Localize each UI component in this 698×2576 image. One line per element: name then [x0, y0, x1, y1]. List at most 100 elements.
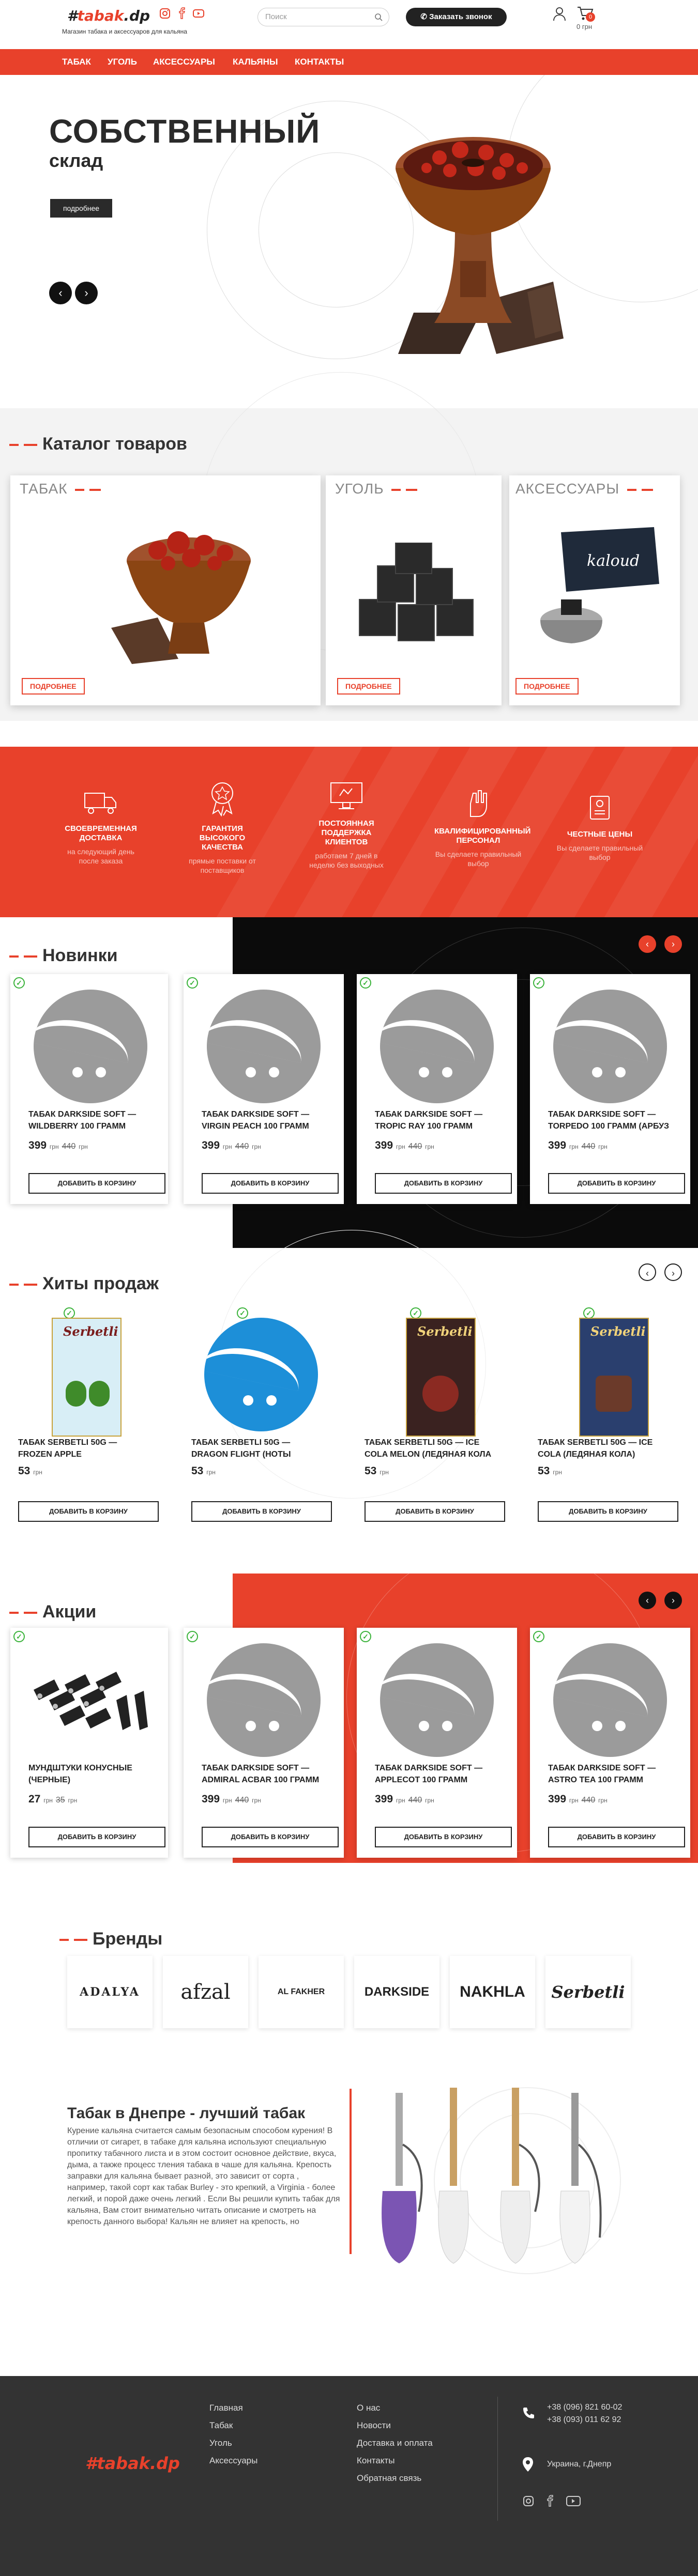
footer-link[interactable]: Главная [209, 2403, 243, 2413]
footer-link[interactable]: Аксессуары [209, 2456, 257, 2466]
product-name[interactable]: ТАБАК SERBETLI 50G — ICE COLA MELON (ЛЕД… [365, 1437, 499, 1460]
product-name[interactable]: ТАБАК DARKSIDE SOFT — TROPIC RAY 100 ГРА… [375, 1108, 509, 1132]
footer-link[interactable]: Новости [357, 2420, 391, 2431]
add-to-cart-button[interactable]: ДОБАВИТЬ В КОРЗИНУ [18, 1501, 159, 1522]
catalog-card-tobacco[interactable]: ТАБАК ПОДРОБНЕЕ [10, 475, 321, 705]
footer-link[interactable]: Уголь [209, 2438, 232, 2448]
footer-link[interactable]: Обратная связь [357, 2473, 421, 2484]
nav-item-hookahs[interactable]: КАЛЬЯНЫ [233, 49, 278, 75]
in-stock-check-icon: ✓ [533, 977, 544, 989]
product-card[interactable]: ✓ ТАБАК DARKSIDE SOFT — TROPIC RAY 100 Г… [357, 974, 517, 1204]
sales-next-button[interactable]: › [664, 1592, 682, 1609]
coal-image [359, 543, 474, 641]
footer-link[interactable]: О нас [357, 2403, 380, 2413]
product-card[interactable]: ✓ ТАБАК DARKSIDE SOFT — ASTRO TEA 100 ГР… [530, 1628, 690, 1858]
product-name[interactable]: ТАБАК DARKSIDE SOFT — ASTRO TEA 100 ГРАМ… [548, 1762, 682, 1786]
add-to-cart-button[interactable]: ДОБАВИТЬ В КОРЗИНУ [375, 1827, 512, 1847]
product-card[interactable]: ✓ Serbetli ТАБАК SERBETLI 50G — ICE COLA… [349, 1307, 514, 1537]
add-to-cart-button[interactable]: ДОБАВИТЬ В КОРЗИНУ [548, 1173, 685, 1194]
in-stock-check-icon: ✓ [237, 1307, 248, 1319]
facebook-icon[interactable] [176, 7, 188, 20]
product-name[interactable]: ТАБАК DARKSIDE SOFT — WILDBERRY 100 ГРАМ… [28, 1108, 163, 1132]
product-card[interactable]: ✓ ТАБАК SERBETLI 50G — DRAGON FLIGHT (НО… [176, 1307, 341, 1537]
footer-link[interactable]: Табак [209, 2420, 233, 2431]
brand-logo-afzal[interactable]: afzal [163, 1956, 248, 2028]
product-price: 399 грн 440 грн [28, 1139, 88, 1151]
catalog-more-button[interactable]: ПОДРОБНЕЕ [515, 678, 579, 695]
add-to-cart-button[interactable]: ДОБАВИТЬ В КОРЗИНУ [365, 1501, 505, 1522]
user-icon[interactable] [552, 6, 567, 22]
add-to-cart-button[interactable]: ДОБАВИТЬ В КОРЗИНУ [202, 1827, 339, 1847]
slider-next-button[interactable]: › [75, 282, 98, 304]
brand-logo-darkside[interactable]: DARKSIDE [354, 1956, 439, 2028]
accessory-image: kaloud [540, 527, 659, 643]
product-card[interactable]: ✓ ТАБАК DARKSIDE SOFT — TORPEDO 100 ГРАМ… [530, 974, 690, 1204]
nav-item-contacts[interactable]: КОНТАКТЫ [295, 49, 344, 75]
site-logo[interactable]: #tabak.dp [67, 7, 150, 24]
instagram-icon[interactable] [159, 7, 171, 20]
product-name[interactable]: ТАБАК SERBETLI 50G — DRAGON FLIGHT (НОТЫ [191, 1437, 326, 1460]
product-card[interactable]: ✓ ТАБАК DARKSIDE SOFT — VIRGIN PEACH 100… [184, 974, 344, 1204]
footer-logo[interactable]: #tabak.dp [85, 2454, 180, 2473]
features-banner: СВОЕВРЕМЕННАЯ ДОСТАВКА на следующий день… [0, 747, 698, 917]
brand-logo-adalya[interactable]: ADALYA [67, 1956, 153, 2028]
footer-link[interactable]: Контакты [357, 2456, 394, 2466]
product-card[interactable]: ✓ ТАБАК DARKSIDE SOFT — APPLECOT 100 ГРА… [357, 1628, 517, 1858]
product-name[interactable]: МУНДШТУКИ КОНУСНЫЕ (ЧЕРНЫЕ) [28, 1762, 163, 1786]
nav-item-tobacco[interactable]: ТАБАК [62, 49, 91, 75]
footer-link[interactable]: Доставка и оплата [357, 2438, 433, 2448]
add-to-cart-button[interactable]: ДОБАВИТЬ В КОРЗИНУ [548, 1827, 685, 1847]
slider-prev-button[interactable]: ‹ [49, 282, 72, 304]
brand-logo-serbetli[interactable]: Serbetli [545, 1956, 631, 2028]
youtube-icon[interactable] [566, 2495, 581, 2507]
hits-next-button[interactable]: › [664, 1263, 682, 1281]
hits-prev-button[interactable]: ‹ [639, 1263, 656, 1281]
catalog-more-button[interactable]: ПОДРОБНЕЕ [22, 678, 85, 695]
product-name[interactable]: ТАБАК DARKSIDE SOFT — TORPEDO 100 ГРАММ … [548, 1108, 682, 1132]
product-price: 53 грн [191, 1465, 216, 1477]
nav-item-coal[interactable]: УГОЛЬ [108, 49, 137, 75]
brand-logo-nakhla[interactable]: NAKHLA [450, 1956, 535, 2028]
add-to-cart-button[interactable]: ДОБАВИТЬ В КОРЗИНУ [28, 1827, 165, 1847]
product-name[interactable]: ТАБАК DARKSIDE SOFT — APPLECOT 100 ГРАММ [375, 1762, 509, 1786]
footer-phone[interactable]: +38 (093) 011 62 92 [547, 2415, 621, 2425]
youtube-icon[interactable] [192, 7, 205, 20]
add-to-cart-button[interactable]: ДОБАВИТЬ В КОРЗИНУ [538, 1501, 678, 1522]
sales-title: Акции [9, 1602, 96, 1622]
product-name[interactable]: ТАБАК SERBETLI 50G — ICE COLA (ЛЕДЯНАЯ К… [538, 1437, 672, 1460]
product-card[interactable]: ✓ ТАБАК DARKSIDE SOFT — WILDBERRY 100 ГР… [10, 974, 168, 1204]
add-to-cart-button[interactable]: ДОБАВИТЬ В КОРЗИНУ [375, 1173, 512, 1194]
facebook-icon[interactable] [544, 2495, 556, 2507]
footer-phone[interactable]: +38 (096) 821 60-02 [547, 2403, 622, 2412]
catalog-card-accessories[interactable]: АКСЕССУАРЫ kaloud ПОДРОБНЕЕ [509, 475, 680, 705]
add-to-cart-button[interactable]: ДОБАВИТЬ В КОРЗИНУ [28, 1173, 165, 1194]
hero-more-button[interactable]: подробнее [50, 199, 112, 218]
truck-icon [84, 793, 116, 814]
product-name[interactable]: ТАБАК DARKSIDE SOFT — VIRGIN PEACH 100 Г… [202, 1108, 336, 1132]
feature-title: ГАРАНТИЯ ВЫСОКОГО КАЧЕСТВА [199, 824, 246, 852]
catalog-card-coal[interactable]: УГОЛЬ ПОДРОБНЕЕ [326, 475, 502, 705]
callback-button[interactable]: ✆ Заказать звонок [406, 8, 507, 26]
sales-prev-button[interactable]: ‹ [639, 1592, 656, 1609]
in-stock-check-icon: ✓ [360, 1631, 371, 1642]
product-name[interactable]: ТАБАК DARKSIDE SOFT — ADMIRAL ACBAR 100 … [202, 1762, 336, 1786]
product-card[interactable]: ✓ ТАБАК DARKSIDE SOFT — ADMIRAL ACBAR 10… [184, 1628, 344, 1858]
product-card[interactable]: ✓ МУНДШТУКИ КОНУСНЫЕ (ЧЕРНЫЕ) 27 грн 35 г… [10, 1628, 168, 1858]
product-card[interactable]: ✓ Serbetli ТАБАК SERBETLI 50G — FROZEN A… [3, 1307, 168, 1537]
feature-text: на следующий день после заказа [67, 847, 134, 865]
product-price: 53 грн [18, 1465, 42, 1477]
nav-item-accessories[interactable]: АКСЕССУАРЫ [153, 49, 215, 75]
feature-title: ПОСТОЯННАЯ ПОДДЕРЖКА КЛИЕНТОВ [318, 819, 374, 846]
brand-logo-al-fakher[interactable]: AL FAKHER [259, 1956, 344, 2028]
add-to-cart-button[interactable]: ДОБАВИТЬ В КОРЗИНУ [191, 1501, 332, 1522]
new-items-prev-button[interactable]: ‹ [639, 935, 656, 953]
product-card[interactable]: ✓ Serbetli ТАБАК SERBETLI 50G — ICE COLA… [522, 1307, 688, 1537]
instagram-icon[interactable] [522, 2495, 535, 2507]
catalog-more-button[interactable]: ПОДРОБНЕЕ [337, 678, 400, 695]
add-to-cart-button[interactable]: ДОБАВИТЬ В КОРЗИНУ [202, 1173, 339, 1194]
product-name[interactable]: ТАБАК SERBETLI 50G — FROZEN APPLE [18, 1437, 153, 1460]
search-icon[interactable] [374, 13, 383, 21]
monitor-icon [330, 782, 362, 809]
search-input[interactable]: Поиск [257, 8, 389, 26]
new-items-next-button[interactable]: › [664, 935, 682, 953]
